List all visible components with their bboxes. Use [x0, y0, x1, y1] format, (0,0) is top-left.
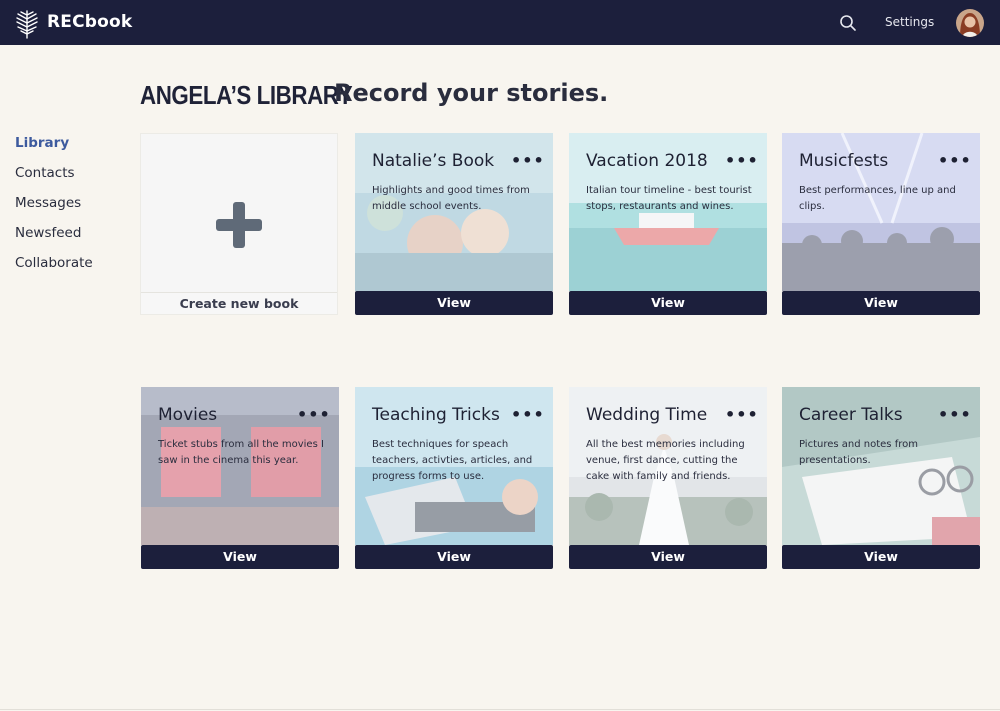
book-title: Teaching Tricks	[372, 405, 500, 425]
more-options-icon[interactable]: •••	[297, 405, 331, 424]
book-description: Best techniques for speach teachers, act…	[372, 439, 533, 482]
book-title: Career Talks	[799, 405, 903, 425]
settings-link[interactable]: Settings	[885, 15, 934, 29]
view-button[interactable]: View	[782, 545, 980, 569]
book-card-natalies-book[interactable]: Natalie’s Book ••• Highlights and good t…	[355, 133, 553, 315]
sidebar-item-messages[interactable]: Messages	[15, 194, 125, 224]
book-card-movies[interactable]: Movies ••• Ticket stubs from all the mov…	[141, 387, 339, 569]
page-title: ANGELA’S LIBRARY	[140, 80, 353, 110]
book-description: Best performances, line up and clips.	[799, 185, 956, 212]
book-title: Natalie’s Book	[372, 151, 495, 171]
brand-name[interactable]: RECbook	[47, 12, 132, 32]
more-options-icon[interactable]: •••	[725, 151, 759, 170]
top-navigation-bar: RECbook Settings	[0, 0, 1000, 45]
book-card-vacation-2018[interactable]: Vacation 2018 ••• Italian tour timeline …	[569, 133, 767, 315]
sidebar-item-library[interactable]: Library	[15, 134, 125, 164]
view-button[interactable]: View	[141, 545, 339, 569]
more-options-icon[interactable]: •••	[938, 405, 972, 424]
more-options-icon[interactable]: •••	[938, 151, 972, 170]
view-button[interactable]: View	[782, 291, 980, 315]
book-title: Musicfests	[799, 151, 889, 171]
book-description: Ticket stubs from all the movies I saw i…	[158, 439, 324, 466]
book-title: Vacation 2018	[586, 151, 708, 171]
sidebar-nav: Library Contacts Messages Newsfeed Colla…	[15, 134, 125, 284]
user-avatar[interactable]	[956, 9, 984, 37]
create-new-book-card[interactable]: Create new book	[140, 133, 338, 315]
feather-icon[interactable]	[14, 9, 40, 39]
book-title: Wedding Time	[586, 405, 708, 425]
book-card-teaching-tricks[interactable]: Teaching Tricks ••• Best techniques for …	[355, 387, 553, 569]
book-description: All the best memories including venue, f…	[586, 439, 745, 482]
book-description: Italian tour timeline - best tourist sto…	[586, 185, 752, 212]
view-button[interactable]: View	[569, 545, 767, 569]
plus-icon[interactable]	[214, 200, 264, 250]
book-card-wedding-time[interactable]: Wedding Time ••• All the best memories i…	[569, 387, 767, 569]
more-options-icon[interactable]: •••	[725, 405, 759, 424]
book-description: Highlights and good times from middle sc…	[372, 185, 530, 212]
page-subtitle: Record your stories.	[334, 79, 609, 107]
book-card-musicfests[interactable]: Musicfests ••• Best performances, line u…	[782, 133, 980, 315]
sidebar-item-contacts[interactable]: Contacts	[15, 164, 125, 194]
page-bottom-divider	[0, 709, 1000, 710]
view-button[interactable]: View	[569, 291, 767, 315]
more-options-icon[interactable]: •••	[511, 405, 545, 424]
book-description: Pictures and notes from presentations.	[799, 439, 918, 466]
book-title: Movies	[158, 405, 218, 425]
book-card-career-talks[interactable]: Career Talks ••• Pictures and notes from…	[782, 387, 980, 569]
more-options-icon[interactable]: •••	[511, 151, 545, 170]
search-icon[interactable]	[839, 14, 857, 32]
view-button[interactable]: View	[355, 291, 553, 315]
sidebar-item-collaborate[interactable]: Collaborate	[15, 254, 125, 284]
sidebar-item-newsfeed[interactable]: Newsfeed	[15, 224, 125, 254]
create-new-book-button[interactable]: Create new book	[141, 292, 337, 314]
view-button[interactable]: View	[355, 545, 553, 569]
